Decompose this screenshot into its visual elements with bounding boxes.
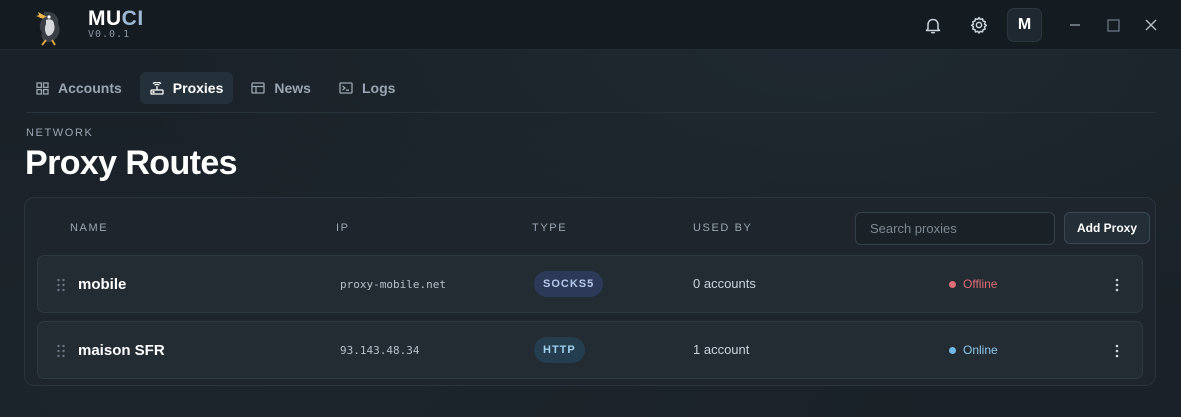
- maximize-icon[interactable]: [1097, 9, 1129, 41]
- column-header-ip: IP: [336, 222, 350, 234]
- close-icon[interactable]: [1135, 9, 1167, 41]
- app-name-accent: CI: [121, 7, 144, 30]
- newspaper-icon: [251, 82, 266, 94]
- column-header-used-by: USED BY: [693, 222, 753, 234]
- tab-logs-label: Logs: [361, 80, 396, 96]
- drag-handle-icon[interactable]: [56, 278, 66, 292]
- proxy-type-badge: SOCKS5: [534, 271, 604, 297]
- page-title: Proxy Routes: [25, 144, 238, 182]
- app-version: V0.0.1: [88, 29, 131, 40]
- proxy-ip: proxy-mobile.net: [340, 278, 446, 291]
- tab-logs[interactable]: Logs: [329, 72, 405, 104]
- table-row[interactable]: maison SFR 93.143.48.34 HTTP 1 account O…: [37, 321, 1143, 379]
- tab-proxies[interactable]: Proxies: [139, 72, 234, 104]
- tab-news[interactable]: News: [241, 72, 321, 104]
- proxy-used-by: 1 account: [693, 342, 750, 357]
- gear-icon[interactable]: [963, 9, 995, 41]
- status-label: Offline: [963, 277, 998, 291]
- column-header-name: NAME: [70, 222, 109, 234]
- add-proxy-button[interactable]: Add Proxy: [1064, 212, 1150, 244]
- proxy-used-by: 0 accounts: [693, 276, 756, 291]
- title-bar: MUCI V0.0.1 M: [0, 0, 1181, 50]
- proxy-name: maison SFR: [78, 342, 165, 359]
- status-dot-icon: [949, 280, 956, 288]
- proxy-name: mobile: [78, 276, 127, 293]
- terminal-icon: [339, 82, 353, 94]
- drag-handle-icon[interactable]: [56, 344, 66, 358]
- status-label: Online: [963, 343, 998, 357]
- column-header-type: TYPE: [532, 222, 568, 234]
- status-badge: Offline: [949, 277, 997, 291]
- status-dot-icon: [949, 346, 956, 354]
- section-eyebrow: NETWORK: [26, 127, 94, 139]
- more-options-icon[interactable]: [1108, 341, 1126, 361]
- tab-accounts-label: Accounts: [58, 80, 122, 96]
- status-badge: Online: [949, 343, 998, 357]
- bell-icon[interactable]: [917, 9, 949, 41]
- proxy-ip: 93.143.48.34: [340, 344, 420, 357]
- app-name-main: MU: [88, 7, 122, 30]
- router-icon: [150, 81, 164, 95]
- minimize-icon[interactable]: [1059, 9, 1091, 41]
- more-options-icon[interactable]: [1108, 275, 1126, 295]
- app-logo-icon: [32, 6, 68, 46]
- tab-news-label: News: [274, 80, 311, 96]
- grid-icon: [36, 81, 49, 95]
- app-name: MUCI: [88, 7, 144, 31]
- tab-accounts[interactable]: Accounts: [26, 72, 132, 104]
- proxy-table-panel: NAME IP TYPE USED BY Add Proxy mobile pr…: [24, 197, 1156, 386]
- search-input[interactable]: [855, 212, 1055, 245]
- avatar[interactable]: M: [1007, 8, 1042, 42]
- nav-divider: [26, 112, 1156, 113]
- main-nav: Accounts Proxies News Logs: [26, 72, 405, 104]
- proxy-type-badge: HTTP: [534, 337, 585, 363]
- table-row[interactable]: mobile proxy-mobile.net SOCKS5 0 account…: [37, 255, 1143, 313]
- tab-proxies-label: Proxies: [172, 80, 224, 96]
